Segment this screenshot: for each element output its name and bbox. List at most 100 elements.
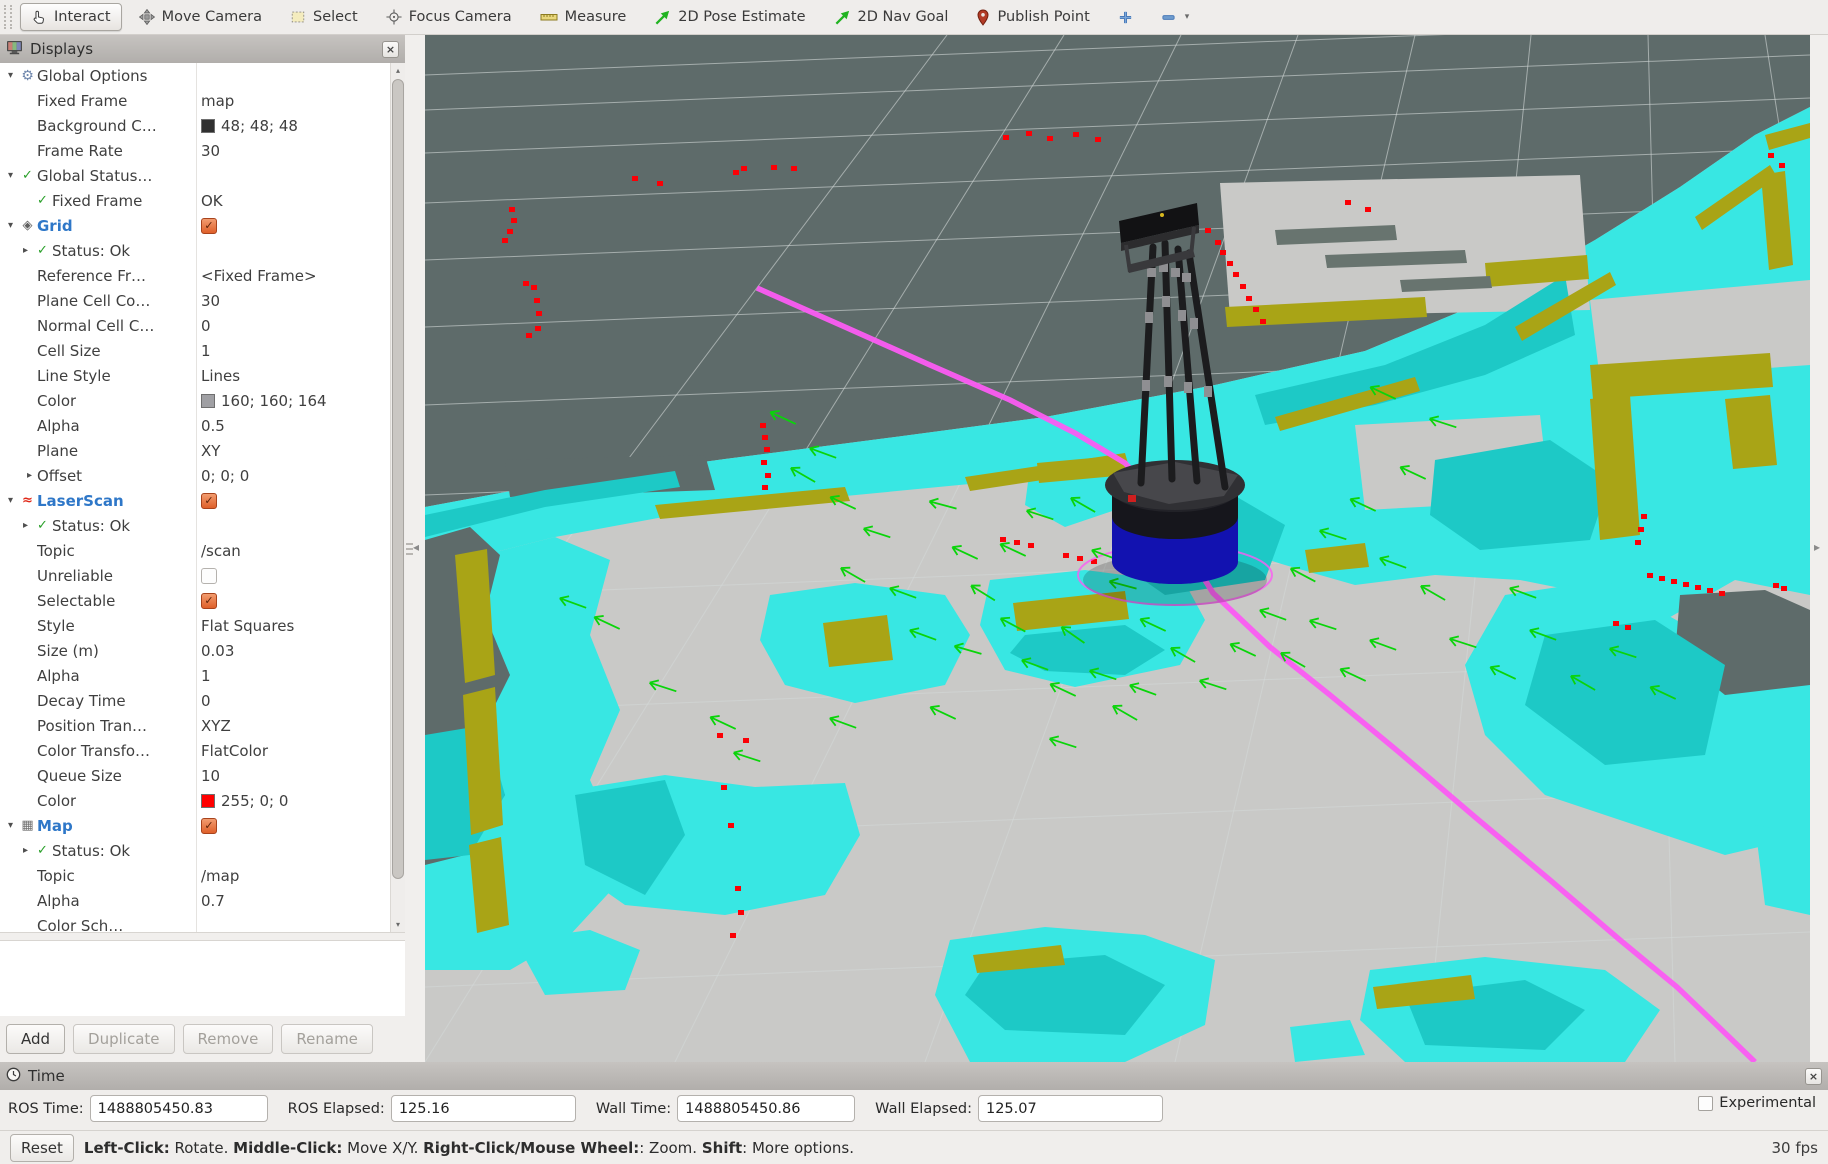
tree-row[interactable]: Alpha0.5 <box>0 413 390 438</box>
property-value[interactable]: 0 <box>196 692 390 710</box>
property-value[interactable]: ✓ <box>196 493 390 509</box>
property-value[interactable] <box>196 568 390 584</box>
duplicate-button[interactable]: Duplicate <box>73 1024 174 1054</box>
rename-button[interactable]: Rename <box>281 1024 373 1054</box>
toolbar-grip[interactable] <box>4 5 12 29</box>
tool-2d-pose-estimate[interactable]: 2D Pose Estimate <box>643 3 816 31</box>
color-swatch[interactable] <box>201 119 215 133</box>
left-splitter[interactable]: ◂ <box>405 35 425 1062</box>
color-swatch[interactable] <box>201 794 215 808</box>
property-value[interactable]: Flat Squares <box>196 617 390 635</box>
property-value[interactable]: ✓ <box>196 593 390 609</box>
tree-row[interactable]: ▾⚙Global Options <box>0 63 390 88</box>
property-value[interactable]: 10 <box>196 767 390 785</box>
ros-time-input[interactable] <box>90 1095 268 1122</box>
tree-column-divider[interactable] <box>196 63 197 932</box>
tree-row[interactable]: PlaneXY <box>0 438 390 463</box>
property-value[interactable]: 1 <box>196 342 390 360</box>
property-value[interactable]: 0; 0; 0 <box>196 467 390 485</box>
tree-row[interactable]: ▸✓Status: Ok <box>0 838 390 863</box>
property-value[interactable]: 255; 0; 0 <box>196 792 390 810</box>
checkbox-checked[interactable]: ✓ <box>201 493 217 509</box>
property-value[interactable]: Lines <box>196 367 390 385</box>
property-value[interactable]: <Fixed Frame> <box>196 267 390 285</box>
tool-interact[interactable]: Interact <box>20 3 122 31</box>
3d-viewport[interactable] <box>425 35 1810 1062</box>
expand-closed-icon[interactable]: ▸ <box>18 245 33 256</box>
tree-row[interactable]: Unreliable <box>0 563 390 588</box>
scrollbar-down-icon[interactable]: ▾ <box>391 917 405 932</box>
property-value[interactable]: ✓ <box>196 818 390 834</box>
right-splitter[interactable]: ▸ <box>1810 35 1828 1062</box>
expand-open-icon[interactable]: ▾ <box>3 220 18 231</box>
property-value[interactable]: XY <box>196 442 390 460</box>
tree-row[interactable]: Color160; 160; 164 <box>0 388 390 413</box>
tree-row[interactable]: Size (m)0.03 <box>0 638 390 663</box>
tree-row[interactable]: Color Sch… <box>0 913 390 932</box>
expand-open-icon[interactable]: ▾ <box>3 820 18 831</box>
tree-row[interactable]: Fixed Framemap <box>0 88 390 113</box>
tree-row[interactable]: Reference Fr…<Fixed Frame> <box>0 263 390 288</box>
property-value[interactable]: 1 <box>196 667 390 685</box>
tree-row[interactable]: Decay Time0 <box>0 688 390 713</box>
tree-row[interactable]: ▸Offset0; 0; 0 <box>0 463 390 488</box>
ros-elapsed-input[interactable] <box>391 1095 576 1122</box>
tree-row[interactable]: Frame Rate30 <box>0 138 390 163</box>
experimental-checkbox[interactable] <box>1698 1096 1713 1111</box>
expand-closed-icon[interactable]: ▸ <box>22 470 37 481</box>
tree-row[interactable]: ▸✓Status: Ok <box>0 513 390 538</box>
tree-scrollbar[interactable]: ▴ ▾ <box>390 63 405 932</box>
remove-button[interactable]: Remove <box>183 1024 274 1054</box>
property-value[interactable]: ✓ <box>196 218 390 234</box>
expand-open-icon[interactable]: ▾ <box>3 70 18 81</box>
checkbox-unchecked[interactable] <box>201 568 217 584</box>
property-value[interactable]: FlatColor <box>196 742 390 760</box>
property-value[interactable]: 0.03 <box>196 642 390 660</box>
expand-open-icon[interactable]: ▾ <box>3 170 18 181</box>
tree-row[interactable]: Selectable✓ <box>0 588 390 613</box>
property-value[interactable]: 160; 160; 164 <box>196 392 390 410</box>
scrollbar-thumb[interactable] <box>392 79 404 879</box>
property-value[interactable]: /map <box>196 867 390 885</box>
tree-row[interactable]: ▾≈LaserScan✓ <box>0 488 390 513</box>
tree-row[interactable]: Alpha0.7 <box>0 888 390 913</box>
tree-row[interactable]: Background C…48; 48; 48 <box>0 113 390 138</box>
property-value[interactable]: 0.7 <box>196 892 390 910</box>
property-value[interactable]: XYZ <box>196 717 390 735</box>
tree-row[interactable]: Cell Size1 <box>0 338 390 363</box>
property-value[interactable]: 0 <box>196 317 390 335</box>
wall-elapsed-input[interactable] <box>978 1095 1163 1122</box>
collapse-left-icon[interactable]: ◂ <box>413 540 419 554</box>
tree-row[interactable]: Alpha1 <box>0 663 390 688</box>
checkbox-checked[interactable]: ✓ <box>201 593 217 609</box>
expand-closed-icon[interactable]: ▸ <box>18 845 33 856</box>
checkbox-checked[interactable]: ✓ <box>201 218 217 234</box>
property-value[interactable]: 30 <box>196 292 390 310</box>
scrollbar-up-icon[interactable]: ▴ <box>391 63 405 78</box>
property-value[interactable]: /scan <box>196 542 390 560</box>
tree-row[interactable]: Plane Cell Co…30 <box>0 288 390 313</box>
tool-2d-nav-goal[interactable]: 2D Nav Goal <box>823 3 960 31</box>
tree-row[interactable]: Topic/map <box>0 863 390 888</box>
tool-publish-point[interactable]: Publish Point <box>965 3 1100 31</box>
property-value[interactable]: map <box>196 92 390 110</box>
tree-row[interactable]: ✓Fixed FrameOK <box>0 188 390 213</box>
reset-button[interactable]: Reset <box>10 1134 74 1162</box>
checkbox-checked[interactable]: ✓ <box>201 818 217 834</box>
property-value[interactable]: 30 <box>196 142 390 160</box>
collapse-right-icon[interactable]: ▸ <box>1814 540 1820 554</box>
tree-row[interactable]: Queue Size10 <box>0 763 390 788</box>
chevron-down-icon[interactable]: ▾ <box>1185 12 1190 22</box>
tree-row[interactable]: Position Tran…XYZ <box>0 713 390 738</box>
tree-row[interactable]: Normal Cell C…0 <box>0 313 390 338</box>
color-swatch[interactable] <box>201 394 215 408</box>
tool-select[interactable]: Select <box>279 3 369 31</box>
wall-time-input[interactable] <box>677 1095 855 1122</box>
property-value[interactable]: 0.5 <box>196 417 390 435</box>
property-value[interactable]: OK <box>196 192 390 210</box>
tool-remove-tool[interactable]: ▾ <box>1150 3 1201 31</box>
property-value[interactable]: 48; 48; 48 <box>196 117 390 135</box>
tree-row[interactable]: ▾◈Grid✓ <box>0 213 390 238</box>
tree-row[interactable]: Line StyleLines <box>0 363 390 388</box>
panel-splitter[interactable]: ● ● ● <box>0 932 405 941</box>
